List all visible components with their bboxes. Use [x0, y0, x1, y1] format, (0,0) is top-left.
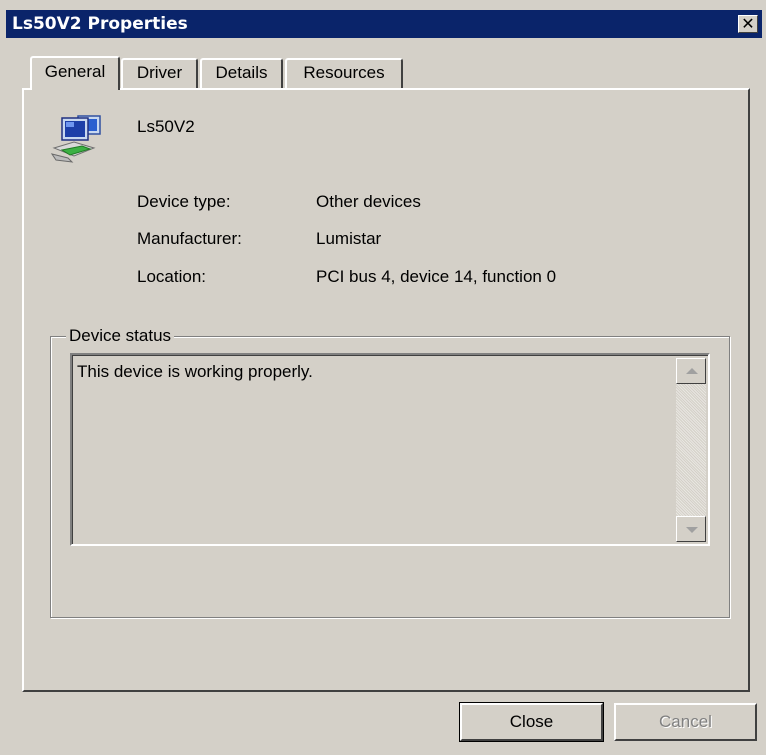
cancel-button[interactable]: Cancel [614, 703, 757, 741]
properties-window: Ls50V2 Properties ✕ General Driver Detai… [0, 0, 766, 755]
device-status-text: This device is working properly. [77, 362, 313, 381]
location-label: Location: [137, 267, 206, 286]
device-name: Ls50V2 [137, 117, 195, 136]
window-title: Ls50V2 Properties [12, 14, 188, 34]
title-bar[interactable]: Ls50V2 Properties ✕ [6, 10, 762, 38]
manufacturer-value: Lumistar [316, 229, 382, 248]
tab-resources[interactable]: Resources [285, 58, 403, 88]
scroll-up-button[interactable] [676, 358, 706, 384]
tab-driver[interactable]: Driver [121, 58, 198, 88]
device-type-value: Other devices [316, 192, 421, 211]
tab-details[interactable]: Details [200, 58, 283, 88]
scroll-down-button[interactable] [676, 516, 706, 542]
arrow-up-icon [686, 368, 698, 374]
close-button[interactable]: Close [459, 702, 604, 742]
arrow-down-icon [686, 527, 698, 533]
status-scrollbar[interactable] [676, 358, 706, 542]
manufacturer-label: Manufacturer: [137, 229, 242, 248]
tab-general[interactable]: General [30, 56, 120, 90]
device-status-textbox[interactable]: This device is working properly. [70, 353, 710, 546]
status-box-inner: This device is working properly. [72, 355, 708, 544]
location-value: PCI bus 4, device 14, function 0 [316, 267, 557, 286]
device-status-legend: Device status [66, 326, 175, 346]
network-adapter-icon [50, 115, 101, 163]
close-icon[interactable]: ✕ [738, 15, 758, 33]
device-type-label: Device type: [137, 192, 231, 211]
